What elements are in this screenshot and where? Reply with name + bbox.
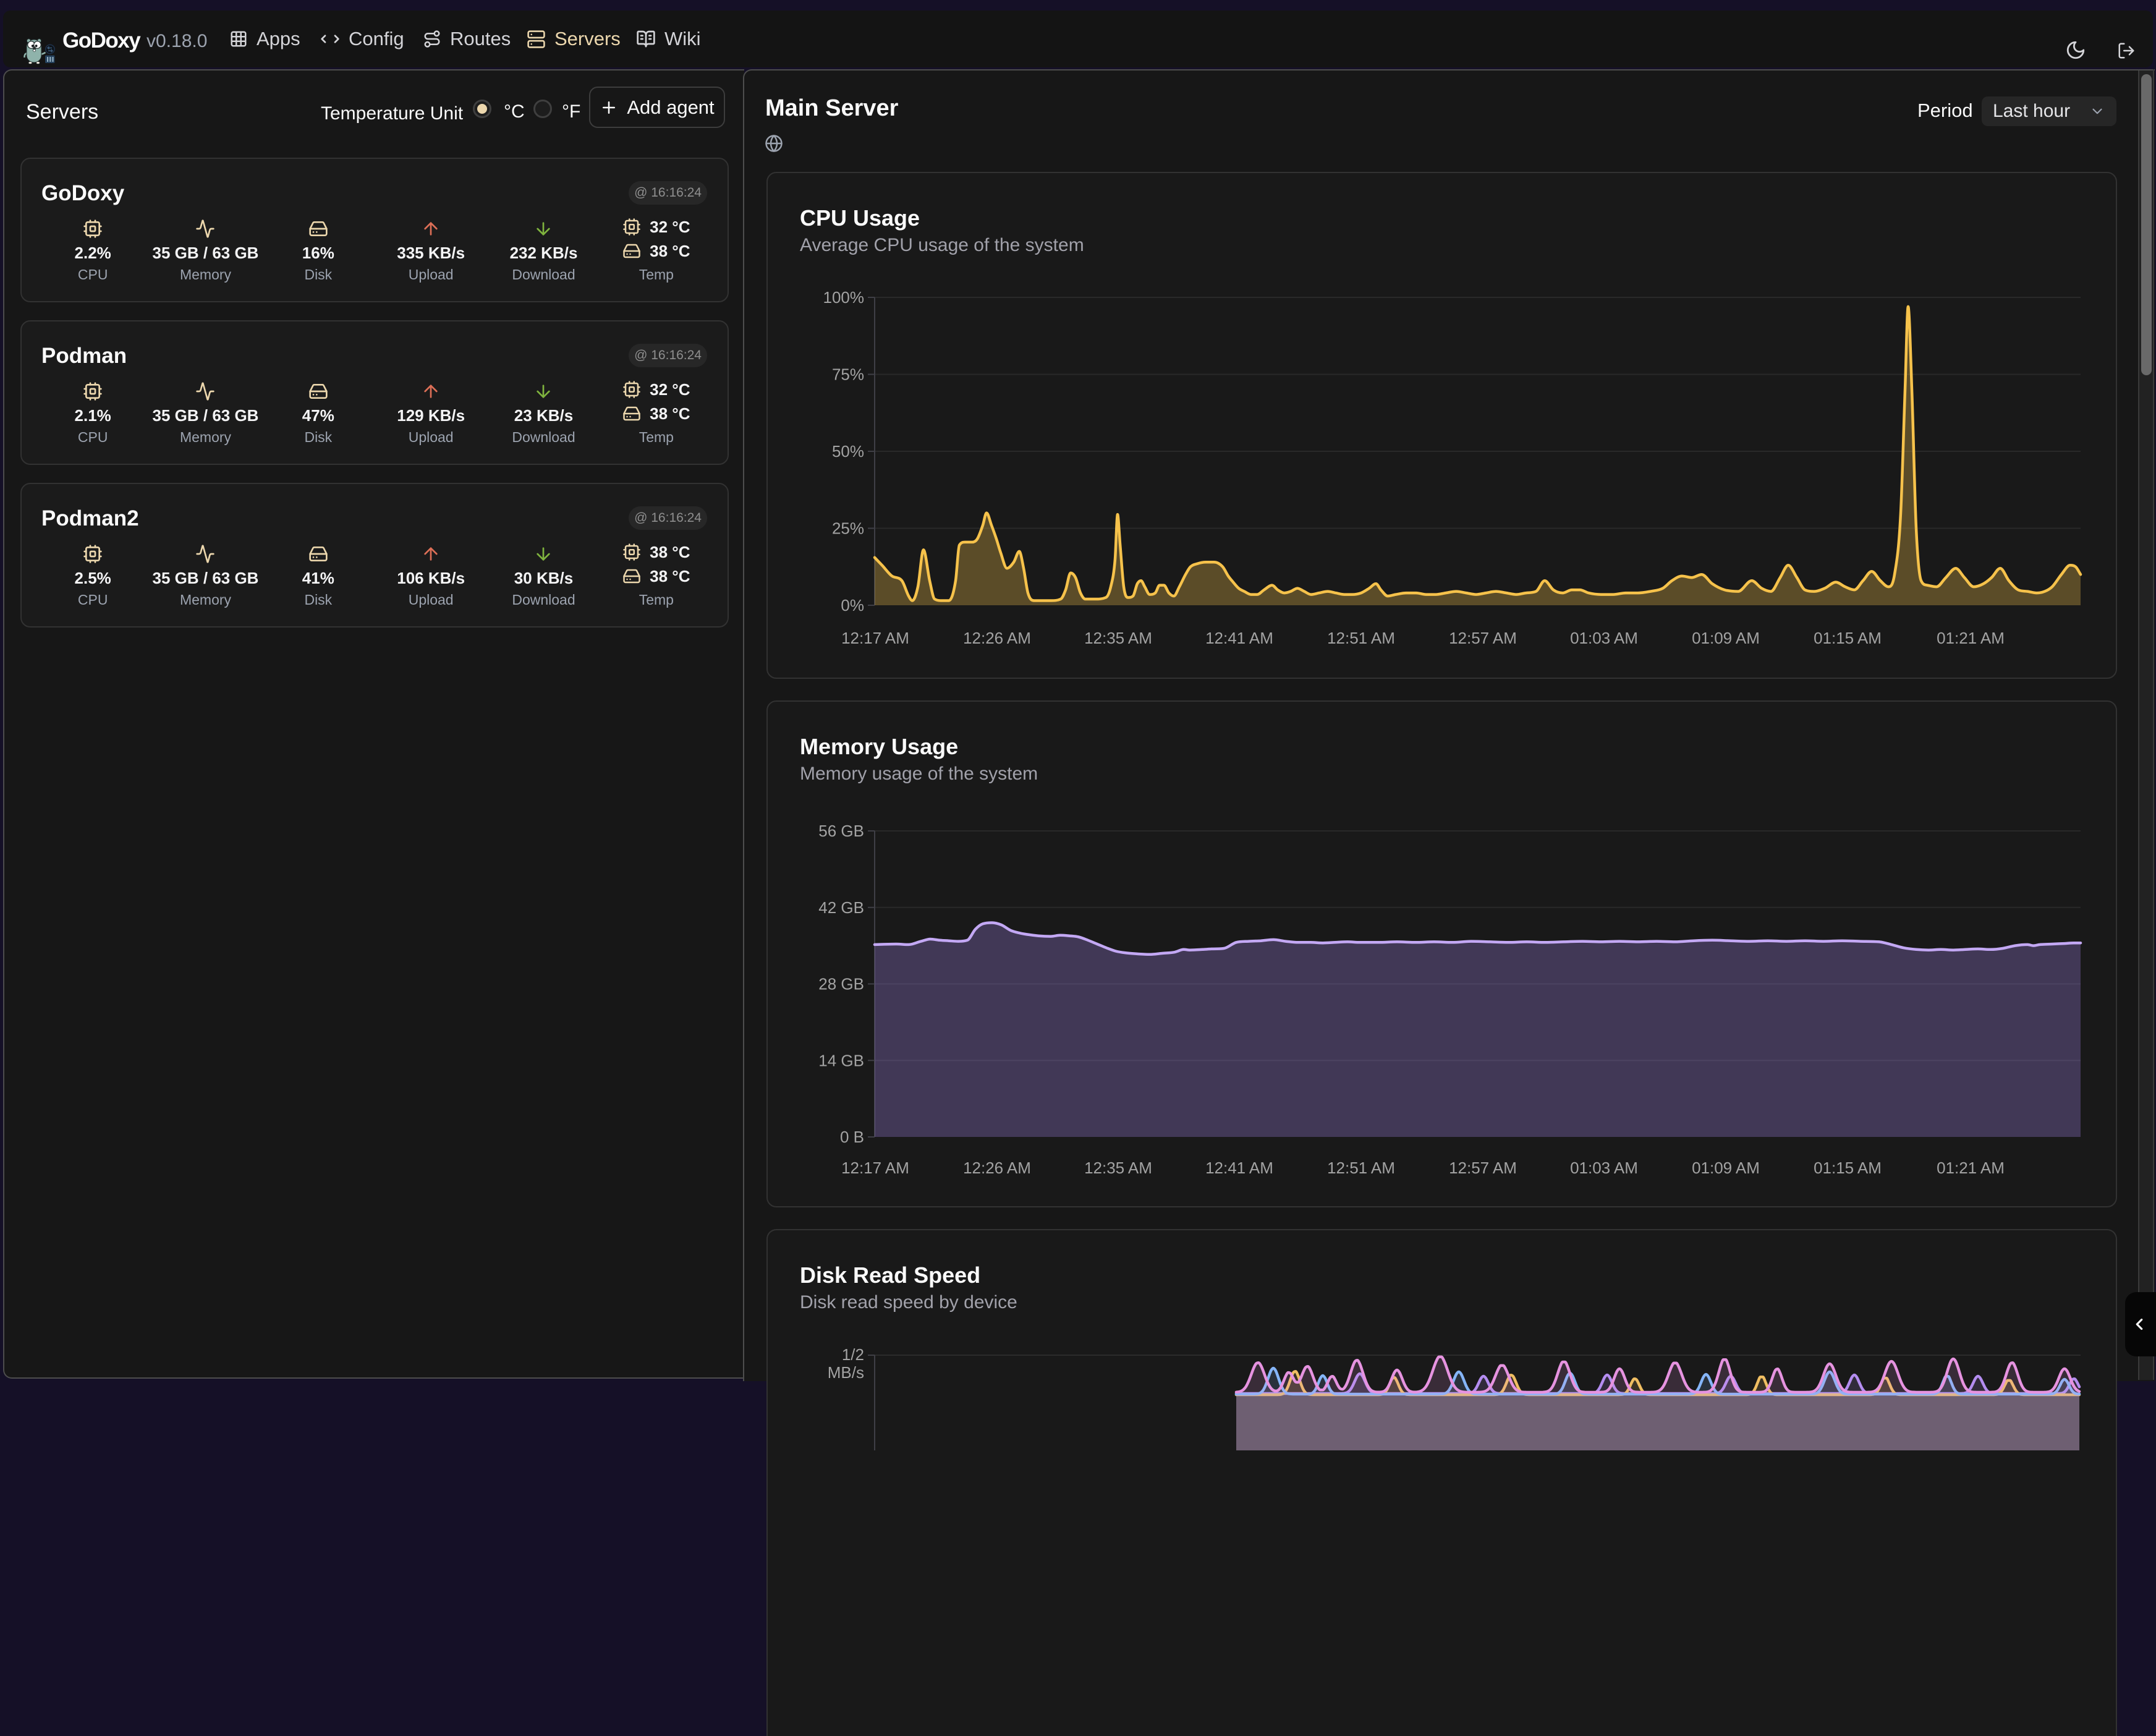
svg-text:01:21 AM: 01:21 AM: [1937, 1159, 2005, 1177]
svg-text:01:09 AM: 01:09 AM: [1692, 629, 1760, 647]
svg-text:12:35 AM: 12:35 AM: [1084, 629, 1152, 647]
svg-text:12:17 AM: 12:17 AM: [841, 1159, 909, 1177]
svg-text:12:26 AM: 12:26 AM: [963, 1159, 1031, 1177]
svg-text:12:41 AM: 12:41 AM: [1205, 629, 1273, 647]
svg-text:25%: 25%: [832, 519, 864, 538]
svg-text:12:17 AM: 12:17 AM: [841, 629, 909, 647]
svg-text:12:41 AM: 12:41 AM: [1205, 1159, 1273, 1177]
svg-text:1/2: 1/2: [842, 1345, 864, 1364]
svg-text:50%: 50%: [832, 442, 864, 461]
svg-text:12:35 AM: 12:35 AM: [1084, 1159, 1152, 1177]
svg-text:28 GB: 28 GB: [818, 975, 864, 994]
svg-text:12:51 AM: 12:51 AM: [1327, 1159, 1395, 1177]
svg-text:42 GB: 42 GB: [818, 898, 864, 917]
svg-text:01:03 AM: 01:03 AM: [1570, 629, 1638, 647]
svg-text:01:09 AM: 01:09 AM: [1692, 1159, 1760, 1177]
svg-text:12:57 AM: 12:57 AM: [1449, 1159, 1517, 1177]
svg-text:01:15 AM: 01:15 AM: [1814, 629, 1882, 647]
svg-text:0%: 0%: [841, 596, 864, 615]
svg-text:14 GB: 14 GB: [818, 1051, 864, 1070]
svg-text:01:03 AM: 01:03 AM: [1570, 1159, 1638, 1177]
svg-text:01:15 AM: 01:15 AM: [1814, 1159, 1882, 1177]
svg-text:01:21 AM: 01:21 AM: [1937, 629, 2005, 647]
svg-text:0 B: 0 B: [840, 1128, 864, 1146]
svg-text:12:26 AM: 12:26 AM: [963, 629, 1031, 647]
svg-text:100%: 100%: [823, 288, 865, 307]
svg-text:75%: 75%: [832, 365, 864, 384]
svg-text:MB/s: MB/s: [828, 1363, 864, 1382]
svg-text:12:51 AM: 12:51 AM: [1327, 629, 1395, 647]
svg-text:56 GB: 56 GB: [818, 822, 864, 840]
svg-text:12:57 AM: 12:57 AM: [1449, 629, 1517, 647]
